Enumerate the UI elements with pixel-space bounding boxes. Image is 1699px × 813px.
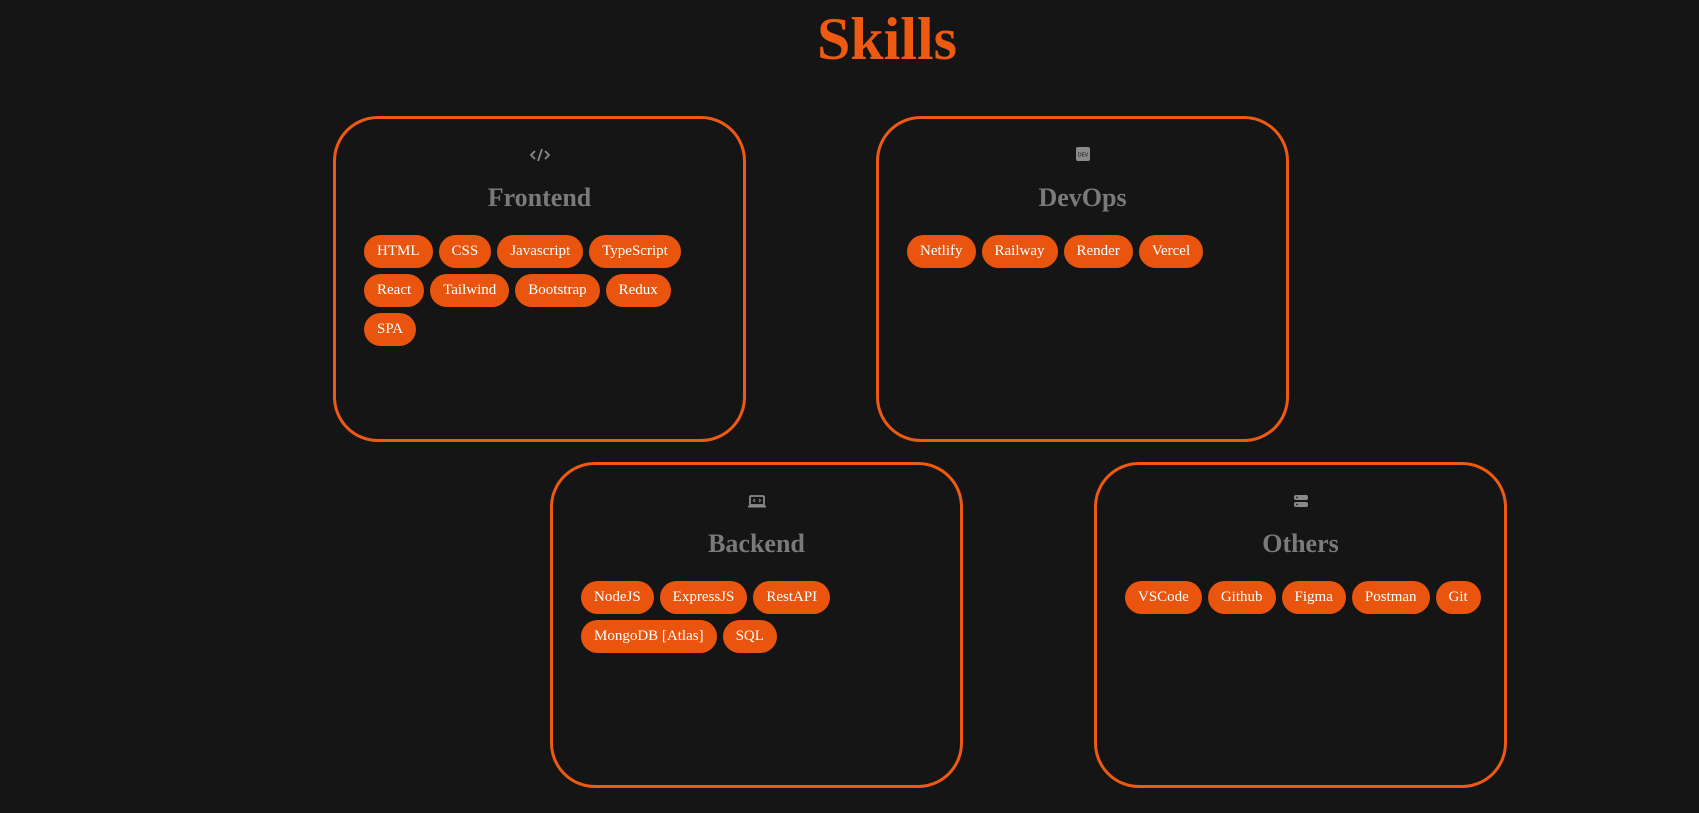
- skill-tag: Bootstrap: [515, 274, 600, 307]
- skill-tag: React: [364, 274, 425, 307]
- skill-tag: Javascript: [497, 235, 584, 268]
- card-title: Frontend: [487, 183, 592, 212]
- skill-tag: HTML: [364, 235, 433, 268]
- skill-tag: ExpressJS: [659, 581, 748, 614]
- skill-card-frontend: Frontend HTML CSS Javascript TypeScript …: [333, 116, 746, 442]
- skill-tag: Git: [1435, 581, 1481, 614]
- skill-tag-list: Netlify Railway Render Vercel: [907, 235, 1266, 268]
- dev-badge-icon: DEV: [879, 147, 1286, 163]
- skill-card-others: Others VSCode Github Figma Postman Git: [1094, 462, 1507, 788]
- skill-tag: VSCode: [1125, 581, 1202, 614]
- skill-tag: CSS: [438, 235, 492, 268]
- skill-tag: Netlify: [907, 235, 976, 268]
- skill-tag: TypeScript: [589, 235, 681, 268]
- skill-card-backend: Backend NodeJS ExpressJS RestAPI MongoDB…: [550, 462, 963, 788]
- server-icon: [1097, 493, 1504, 509]
- skill-tag: Figma: [1281, 581, 1346, 614]
- skill-tag: Github: [1207, 581, 1276, 614]
- card-title: Backend: [708, 529, 805, 558]
- skill-tag: Postman: [1351, 581, 1430, 614]
- skill-tag-list: HTML CSS Javascript TypeScript React Tai…: [364, 235, 723, 346]
- page-title: Skills: [816, 6, 958, 72]
- skill-tag: Railway: [981, 235, 1058, 268]
- skill-card-devops: DEV DevOps Netlify Railway Render Vercel: [876, 116, 1289, 442]
- card-title: DevOps: [1038, 183, 1127, 212]
- skill-tag: SPA: [364, 313, 417, 346]
- skills-section: Skills Frontend HTML CSS Javascript Type…: [0, 0, 1699, 813]
- skill-tag-list: NodeJS ExpressJS RestAPI MongoDB [Atlas]…: [581, 581, 940, 653]
- code-icon: [336, 147, 743, 163]
- skill-tag-list: VSCode Github Figma Postman Git: [1125, 581, 1484, 614]
- skill-tag: Tailwind: [430, 274, 510, 307]
- laptop-code-icon: [553, 493, 960, 509]
- skill-tag: SQL: [722, 620, 777, 653]
- skill-tag: NodeJS: [581, 581, 654, 614]
- skill-tag: MongoDB [Atlas]: [581, 620, 717, 653]
- skill-tag: Render: [1063, 235, 1133, 268]
- skill-tag: Redux: [605, 274, 671, 307]
- card-title: Others: [1262, 529, 1339, 558]
- skill-tag: Vercel: [1138, 235, 1204, 268]
- skill-tag: RestAPI: [753, 581, 831, 614]
- dev-badge-text: DEV: [1077, 153, 1088, 159]
